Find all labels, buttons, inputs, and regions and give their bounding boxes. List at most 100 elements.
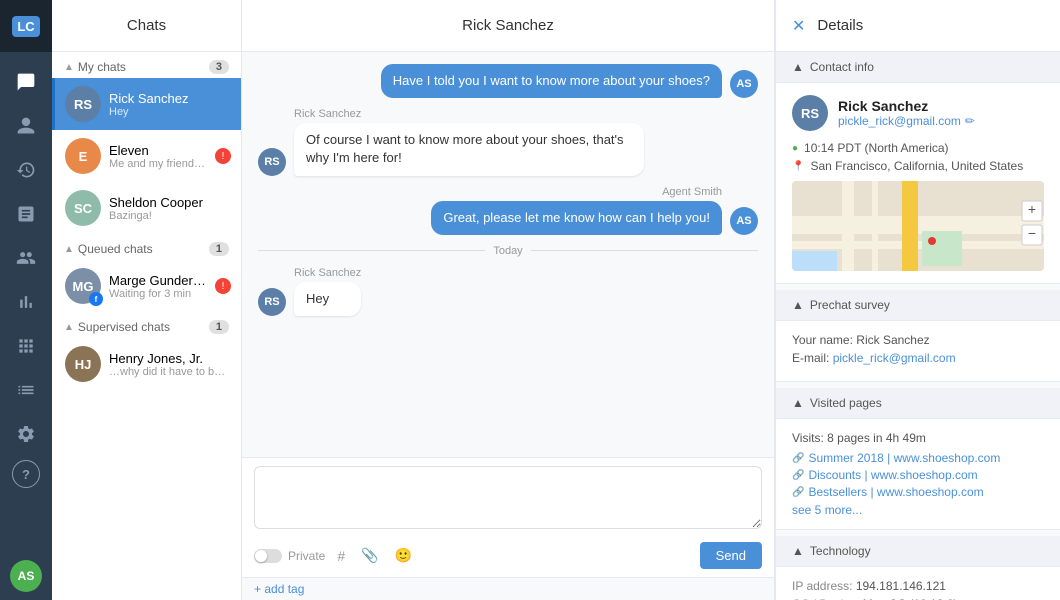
supervised-chats-label: Supervised chats: [78, 320, 170, 334]
chevron-tech: ▲: [792, 544, 804, 558]
contact-email[interactable]: pickle_rick@gmail.com: [838, 114, 961, 128]
contact-name: Rick Sanchez: [838, 98, 975, 114]
svg-text:+: +: [1028, 201, 1036, 217]
visits-value: 8 pages in 4h 49m: [827, 431, 926, 445]
page-link-text-1[interactable]: Summer 2018 | www.shoeshop.com: [808, 451, 1000, 465]
chat-meta-mg: !: [215, 278, 231, 294]
sidebar-item-list[interactable]: [0, 368, 52, 412]
edit-email-icon[interactable]: ✏: [965, 114, 975, 128]
toggle-switch[interactable]: [254, 549, 282, 563]
chat-preview-eleven: Me and my friends jog a lot: [109, 158, 207, 170]
contact-info-header[interactable]: ▲ Contact info: [776, 52, 1060, 82]
send-button[interactable]: Send: [700, 542, 762, 569]
see-more-pages[interactable]: see 5 more...: [792, 503, 1044, 517]
messages-area[interactable]: AS Have I told you I want to know more a…: [242, 52, 774, 457]
survey-email-label: E-mail:: [792, 351, 829, 365]
sidebar-item-team[interactable]: [0, 236, 52, 280]
page-link-3[interactable]: 🔗 Bestsellers | www.shoeshop.com: [792, 485, 1044, 499]
attachment-icon[interactable]: 📎: [357, 545, 382, 566]
chat-item-henry[interactable]: HJ Henry Jones, Jr. …why did it have to …: [52, 338, 241, 390]
details-header: ✕ Details: [776, 0, 1060, 52]
chat-preview-mg: Waiting for 3 min: [109, 288, 207, 300]
avatar-rs: RS: [65, 86, 101, 122]
page-link-text-2[interactable]: Discounts | www.shoeshop.com: [808, 468, 977, 482]
chats-title: Chats: [127, 17, 166, 34]
sidebar-bottom: AS: [10, 560, 42, 600]
private-label: Private: [288, 549, 325, 563]
prechat-survey-content: Your name: Rick Sanchez E-mail: pickle_r…: [776, 320, 1060, 382]
page-link-2[interactable]: 🔗 Discounts | www.shoeshop.com: [792, 468, 1044, 482]
chat-name-hj: Henry Jones, Jr.: [109, 351, 231, 366]
agent-avatar[interactable]: AS: [10, 560, 42, 592]
prechat-survey-section: ▲ Prechat survey Your name: Rick Sanchez…: [776, 290, 1060, 382]
details-panel: ✕ Details ▲ Contact info RS Rick Sanchez…: [775, 0, 1060, 600]
add-tag-button[interactable]: + add tag: [242, 577, 774, 600]
my-chats-toggle[interactable]: ▲ My chats: [64, 60, 126, 74]
technology-section: ▲ Technology IP address: 194.181.146.121…: [776, 536, 1060, 600]
bubble-1: Have I told you I want to know more abou…: [381, 64, 722, 98]
visited-pages-header[interactable]: ▲ Visited pages: [776, 388, 1060, 418]
hash-icon[interactable]: #: [333, 546, 349, 566]
clock-dot-icon: ●: [792, 143, 798, 154]
sidebar-item-contacts[interactable]: [0, 104, 52, 148]
map-svg: + −: [792, 181, 1044, 271]
message-row-1: AS Have I told you I want to know more a…: [258, 64, 758, 98]
message-input[interactable]: [254, 466, 762, 529]
queued-chats-toggle[interactable]: ▲ Queued chats: [64, 242, 153, 256]
chat-info-rs: Rick Sanchez Hey: [109, 91, 231, 118]
page-link-text-3[interactable]: Bestsellers | www.shoeshop.com: [808, 485, 983, 499]
contact-info-content: RS Rick Sanchez pickle_rick@gmail.com ✏ …: [776, 82, 1060, 284]
app-logo: LC: [0, 0, 52, 52]
queued-chats-section-header: ▲ Queued chats 1: [52, 234, 241, 260]
sidebar-item-reports[interactable]: [0, 192, 52, 236]
chat-item-sheldon[interactable]: SC Sheldon Cooper Bazinga!: [52, 182, 241, 234]
chat-meta-eleven: !: [215, 148, 231, 164]
logo-text: LC: [12, 16, 39, 37]
visited-pages-section: ▲ Visited pages Visits: 8 pages in 4h 49…: [776, 388, 1060, 530]
chat-preview-hj: …why did it have to be sneakers?: [109, 366, 231, 378]
details-title: Details: [817, 17, 863, 34]
svg-text:−: −: [1028, 225, 1036, 241]
sidebar-item-chats[interactable]: [0, 60, 52, 104]
map-placeholder: + −: [792, 181, 1044, 271]
technology-header[interactable]: ▲ Technology: [776, 536, 1060, 566]
contact-time: ● 10:14 PDT (North America): [792, 141, 1044, 155]
prechat-survey-title: Prechat survey: [810, 298, 890, 312]
waiting-badge-mg: !: [215, 278, 231, 294]
survey-email-link[interactable]: pickle_rick@gmail.com: [833, 351, 956, 365]
chat-contact-name: Rick Sanchez: [462, 17, 554, 34]
bubble-3: Great, please let me know how can I help…: [431, 201, 722, 235]
chat-preview-rs: Hey: [109, 106, 231, 118]
sidebar-item-history[interactable]: [0, 148, 52, 192]
avatar-hj: HJ: [65, 346, 101, 382]
private-toggle[interactable]: Private: [254, 549, 325, 563]
visits-info: Visits: 8 pages in 4h 49m: [792, 431, 1044, 445]
chat-info-hj: Henry Jones, Jr. …why did it have to be …: [109, 351, 231, 378]
close-details-button[interactable]: ✕: [792, 16, 805, 36]
page-link-1[interactable]: 🔗 Summer 2018 | www.shoeshop.com: [792, 451, 1044, 465]
technology-content: IP address: 194.181.146.121 OS / Device:…: [776, 566, 1060, 600]
date-divider: Today: [258, 245, 758, 257]
msg-content-1: Have I told you I want to know more abou…: [381, 64, 722, 98]
sidebar-item-analytics[interactable]: [0, 280, 52, 324]
avatar-mg: MG f: [65, 268, 101, 304]
toggle-thumb: [255, 550, 267, 562]
contact-avatar: RS: [792, 95, 828, 131]
chat-item-marge[interactable]: MG f Marge Gunderson Waiting for 3 min !: [52, 260, 241, 312]
emoji-icon[interactable]: 🙂: [391, 545, 416, 566]
supervised-chats-toggle[interactable]: ▲ Supervised chats: [64, 320, 170, 334]
chat-item-eleven[interactable]: E Eleven Me and my friends jog a lot !: [52, 130, 241, 182]
prechat-survey-header[interactable]: ▲ Prechat survey: [776, 290, 1060, 320]
survey-email-row: E-mail: pickle_rick@gmail.com: [792, 351, 1044, 365]
agent-initials: AS: [18, 569, 35, 583]
tech-ip-label: IP address:: [792, 579, 852, 593]
sidebar-item-apps[interactable]: [0, 324, 52, 368]
location-dot-icon: 📍: [792, 161, 804, 172]
chat-name-eleven: Eleven: [109, 143, 207, 158]
sidebar-item-help[interactable]: ?: [12, 460, 40, 488]
page-link-icon-1: 🔗: [792, 453, 804, 464]
sidebar-item-settings[interactable]: [0, 412, 52, 456]
chat-item-rick-sanchez[interactable]: RS Rick Sanchez Hey: [52, 78, 241, 130]
chevron-visited: ▲: [792, 396, 804, 410]
my-chats-label: My chats: [78, 60, 126, 74]
